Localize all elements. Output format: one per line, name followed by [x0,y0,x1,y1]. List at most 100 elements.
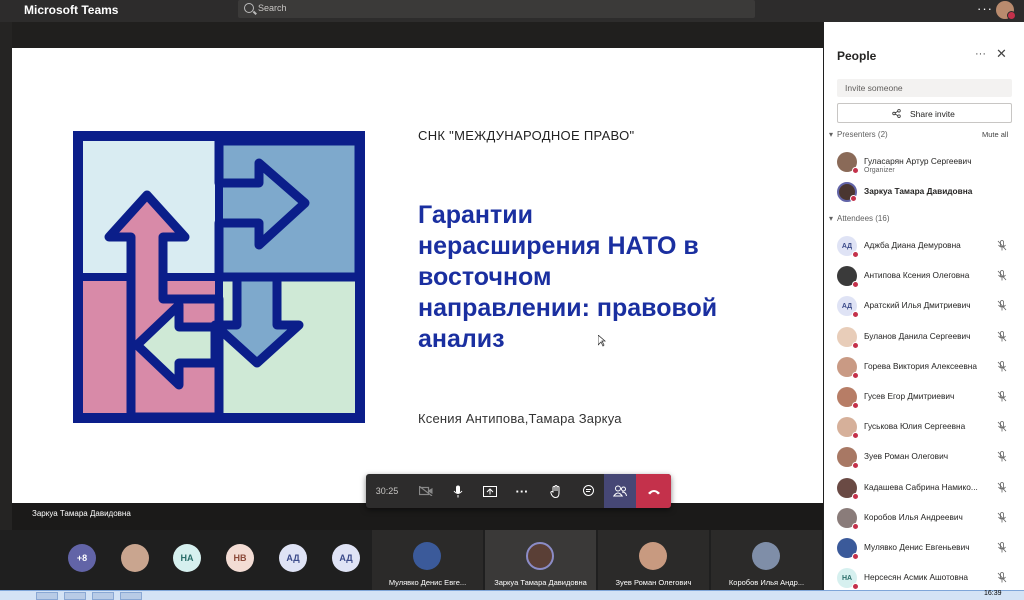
mic-icon[interactable] [442,474,474,508]
mic-off-icon[interactable] [997,542,1007,553]
avatar [837,538,859,560]
search-input[interactable]: Search [238,0,755,18]
share-screen-icon[interactable] [474,474,506,508]
clock: 16:39 [984,590,1002,597]
participant-row[interactable]: Гуласарян Артур Сергеевич Organizer [837,152,1017,178]
tile-name: Зуев Роман Олегович [615,578,692,587]
participant-row[interactable]: Антипова Ксения Олеговна [837,266,1017,292]
mic-off-icon[interactable] [997,481,1007,493]
participant-role: Organizer [864,167,895,174]
invite-input[interactable]: Invite someone [837,79,1012,97]
mic-off-icon[interactable] [997,300,1007,311]
mic-off-icon[interactable] [997,572,1007,583]
participant-row[interactable]: Кадашева Сабрина Намико... [837,477,1017,504]
participant-row[interactable]: АД Аратский Илья Дмитриевич [837,296,1017,322]
avatar [837,387,859,409]
more-icon[interactable]: ··· [506,474,538,508]
avatar [413,542,441,570]
avatar [837,356,859,379]
video-tile[interactable]: Заркуа Тамара Давидовна [485,530,596,590]
mic-off-icon[interactable] [997,511,1007,523]
presenters-section-toggle[interactable]: ▾ Presenters (2) [829,130,888,139]
avatar [837,507,859,530]
participant-gallery: +8 НА НВ АД АД Мулявко Денис Евге... Зар… [0,530,823,590]
avatar [837,447,859,470]
raise-hand-icon[interactable] [540,474,572,508]
slide-title: Гарантии нерасширения НАТО в восточном н… [418,201,718,353]
status-badge [852,492,859,500]
mic-off-icon[interactable] [997,330,1007,342]
chat-icon[interactable] [572,474,604,508]
avatar[interactable]: НВ [226,544,254,572]
invite-placeholder: Invite someone [845,83,903,93]
camera-off-icon[interactable] [410,474,442,508]
organization-label: СНК "МЕЖДУНАРОДНОЕ ПРАВО" [418,128,635,143]
participant-name: Зуев Роман Олегович [864,451,949,462]
avatar [837,182,857,202]
people-icon[interactable] [604,474,636,508]
participant-name: Аджба Диана Демуровна [864,240,961,250]
mic-off-icon[interactable] [997,360,1007,372]
avatar[interactable]: НА [173,544,201,572]
participant-name: Коробов Илья Андреевич [864,511,963,522]
status-badge [852,553,859,560]
left-rail [0,22,12,552]
participant-name: Мулявко Денис Евгеньевич [864,542,970,552]
mic-off-icon[interactable] [997,421,1007,432]
avatar [837,417,859,440]
avatar [526,542,554,570]
meeting-controls: 30:25 ··· [366,474,671,508]
teams-icon[interactable] [120,592,142,600]
avatar: АД [837,296,859,319]
participant-name: Горева Виктория Алексеевна [864,360,977,371]
call-timer: 30:25 [375,486,399,496]
title-bar: Microsoft Teams Search ··· [0,0,1024,22]
participant-row[interactable]: Горева Виктория Алексеевна [837,356,1017,383]
status-badge [852,522,859,530]
more-options-icon[interactable]: ··· [977,1,993,16]
taskbar-app-button[interactable] [36,592,58,600]
share-invite-button[interactable]: Share invite [837,103,1012,123]
browser-icon[interactable] [92,592,114,600]
participant-row[interactable]: Зуев Роман Олегович [837,447,1017,473]
hangup-icon[interactable] [636,474,671,508]
mic-off-icon[interactable] [997,451,1007,462]
participant-name: Заркуа Тамара Давидовна [864,186,973,196]
participant-row[interactable]: Мулявко Денис Евгеньевич [837,538,1017,564]
taskbar-app-button[interactable] [64,592,86,600]
video-tile[interactable]: Зуев Роман Олегович [598,530,709,590]
share-invite-label: Share invite [910,109,955,119]
more-options-icon[interactable]: ··· [975,48,986,60]
status-badge [852,371,859,379]
participant-row[interactable]: Коробов Илья Андреевич [837,507,1017,534]
participant-row[interactable]: Гусев Егор Дмитриевич [837,387,1017,413]
avatar[interactable]: АД [279,544,307,572]
avatar[interactable]: АД [332,544,360,572]
avatar [752,542,780,570]
mic-off-icon[interactable] [997,270,1007,281]
video-tile[interactable]: Мулявко Денис Евге... [372,530,483,590]
participant-name: Гуласарян Артур Сергеевич [864,156,972,166]
participant-name: Буланов Данила Сергеевич [864,330,971,341]
people-panel-title: People [837,49,877,63]
avatar[interactable] [121,544,149,572]
presenter-name: Заркуа Тамара Давидовна [32,509,131,518]
status-badge [852,281,859,289]
participant-row[interactable]: Заркуа Тамара Давидовна [837,182,1017,208]
video-tile[interactable]: Коробов Илья Андр... [711,530,822,590]
mute-all-button[interactable]: Mute all [982,130,1008,139]
participant-row[interactable]: Гуськова Юлия Сергеевна [837,417,1017,443]
attendees-section-toggle[interactable]: ▾ Attendees (16) [829,214,889,223]
avatar[interactable] [996,1,1016,20]
close-icon[interactable]: ✕ [996,46,1007,62]
overflow-participants-button[interactable]: +8 [68,544,96,572]
mic-off-icon[interactable] [997,391,1007,402]
mouse-cursor-icon [598,335,606,347]
shared-slide: СНК "МЕЖДУНАРОДНОЕ ПРАВО" Гарантии нерас… [12,48,823,503]
participant-row[interactable]: Буланов Данила Сергеевич [837,326,1017,353]
app-title: Microsoft Teams [24,3,119,17]
mic-off-icon[interactable] [997,240,1007,251]
participant-row[interactable]: АД Аджба Диана Демуровна [837,236,1017,262]
chevron-down-icon: ▾ [829,130,834,139]
share-icon [892,109,901,118]
